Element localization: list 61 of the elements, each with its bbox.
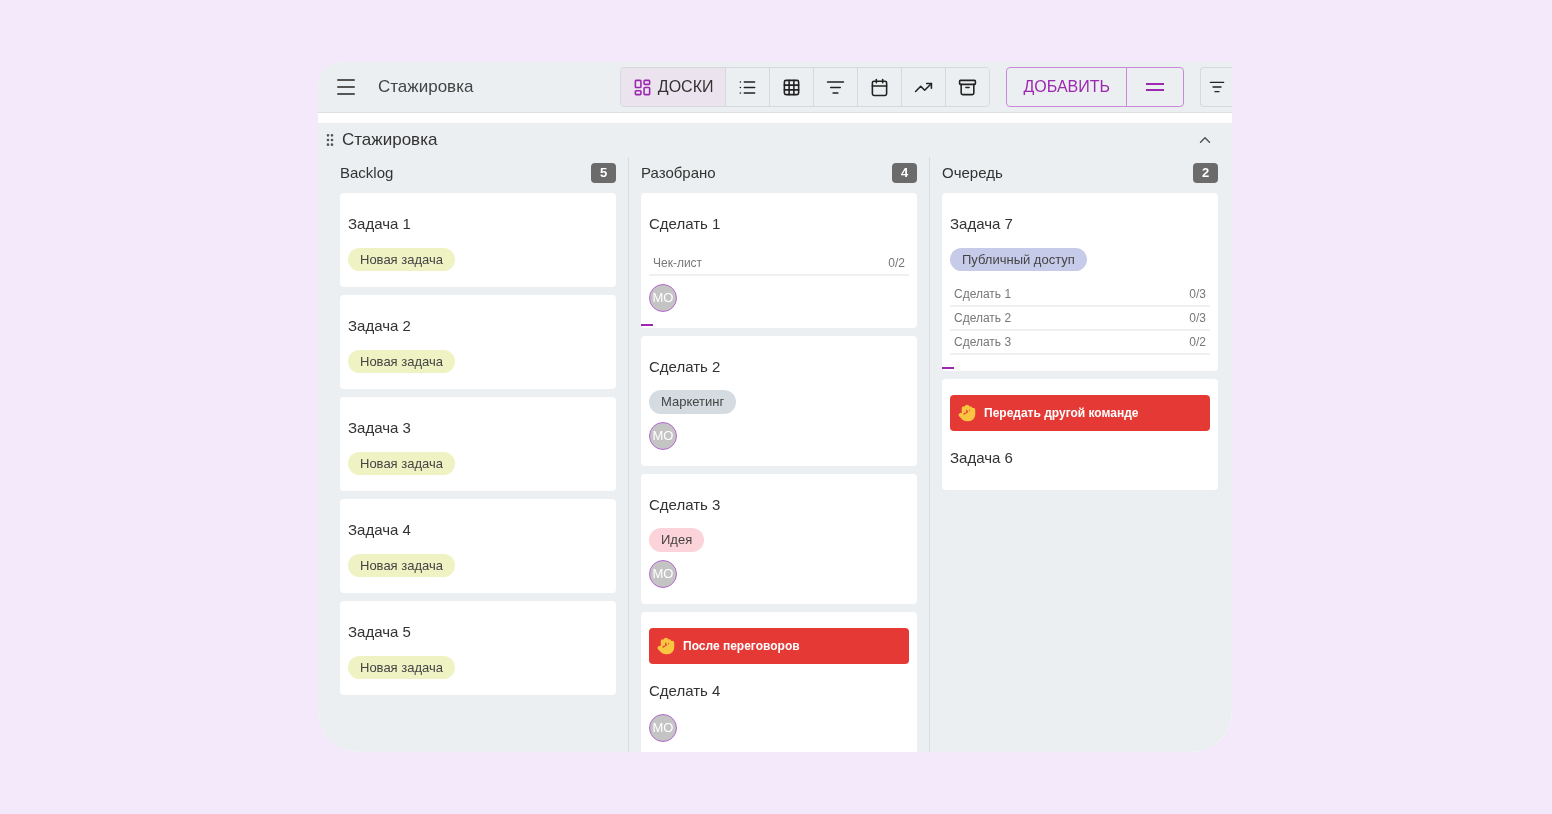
card-count: 4 bbox=[892, 163, 917, 183]
card-count: 2 bbox=[1193, 163, 1218, 183]
checklist-name: Чек-лист bbox=[653, 254, 703, 272]
calendar-icon bbox=[870, 77, 890, 97]
task-card[interactable]: Задача 5 Новая задача bbox=[340, 601, 616, 695]
hand-icon bbox=[657, 636, 675, 655]
task-card[interactable]: Задача 4 Новая задача bbox=[340, 499, 616, 593]
task-card[interactable]: Задача 3 Новая задача bbox=[340, 397, 616, 491]
task-card[interactable]: Задача 1 Новая задача bbox=[340, 193, 616, 287]
column-title: Разобрано bbox=[641, 162, 716, 183]
card-title: Задача 3 bbox=[348, 418, 412, 438]
card-title: Задача 1 bbox=[348, 214, 412, 234]
board-title: Стажировка bbox=[342, 129, 438, 152]
task-card[interactable]: Сделать 2 Маркетинг МО bbox=[641, 335, 917, 466]
tag: Маркетинг bbox=[649, 390, 737, 414]
archive-icon bbox=[958, 77, 978, 97]
task-card[interactable]: После переговоров Сделать 4 МО bbox=[641, 611, 917, 752]
page-title: Стажировка bbox=[378, 76, 474, 99]
tag: Публичный доступ bbox=[950, 247, 1087, 271]
checklist-count: 0/3 bbox=[1189, 310, 1206, 327]
card-title: Задача 4 bbox=[348, 520, 412, 540]
task-card[interactable]: Сделать 1 Чек-лист 0/2 МО bbox=[641, 193, 917, 328]
tag: Новая задача bbox=[348, 349, 455, 373]
checklist-name: Сделать 1 bbox=[954, 286, 1012, 303]
avatar: МО bbox=[649, 421, 677, 450]
task-card[interactable]: Задача 2 Новая задача bbox=[340, 295, 616, 389]
tag: Идея bbox=[649, 528, 705, 552]
tag: Новая задача bbox=[348, 553, 455, 577]
view-tab[interactable]: ДОСКИ bbox=[620, 68, 727, 106]
card-title: Сделать 4 bbox=[649, 680, 722, 701]
card-title: Сделать 2 bbox=[649, 356, 722, 377]
card-title: Сделать 3 bbox=[649, 494, 722, 515]
column-title: Backlog bbox=[340, 162, 394, 183]
column-title: Очередь bbox=[942, 162, 1003, 183]
avatar: МО bbox=[649, 283, 677, 312]
task-card[interactable]: Передать другой команде Задача 6 bbox=[942, 379, 1218, 490]
card-title: Сделать 1 bbox=[649, 214, 722, 234]
tag: Новая задача bbox=[348, 655, 455, 679]
boards-icon bbox=[632, 77, 652, 97]
avatar: МО bbox=[649, 559, 677, 588]
table-icon bbox=[782, 77, 802, 97]
tag: Новая задача bbox=[348, 451, 455, 475]
avatar: МО bbox=[649, 714, 677, 742]
card-title: Задача 5 bbox=[348, 622, 412, 642]
filter-button[interactable] bbox=[1200, 67, 1232, 107]
card-title: Задача 7 bbox=[950, 214, 1014, 234]
card-title: Задача 6 bbox=[950, 448, 1014, 468]
checklist-count: 0/2 bbox=[1189, 334, 1206, 351]
checklist-count: 0/3 bbox=[1189, 286, 1206, 303]
card-count: 5 bbox=[591, 163, 616, 183]
card-title: Задача 2 bbox=[348, 316, 412, 336]
blocker-text: После переговоров bbox=[683, 637, 800, 655]
hand-icon bbox=[958, 404, 976, 422]
task-card[interactable]: Сделать 3 Идея МО bbox=[641, 473, 917, 604]
checklist-name: Сделать 2 bbox=[954, 310, 1012, 327]
tag: Новая задача bbox=[348, 247, 455, 271]
checklist-name: Сделать 3 bbox=[954, 334, 1012, 351]
task-card[interactable]: Задача 7 Публичный доступ Сделать 1 0/3 Сделать 2 0/3 Сделать 3 0/2 bbox=[942, 193, 1218, 371]
blocker-text: Передать другой команде bbox=[984, 405, 1139, 422]
filter-icon bbox=[1209, 79, 1225, 95]
checklist-count: 0/2 bbox=[888, 254, 905, 272]
